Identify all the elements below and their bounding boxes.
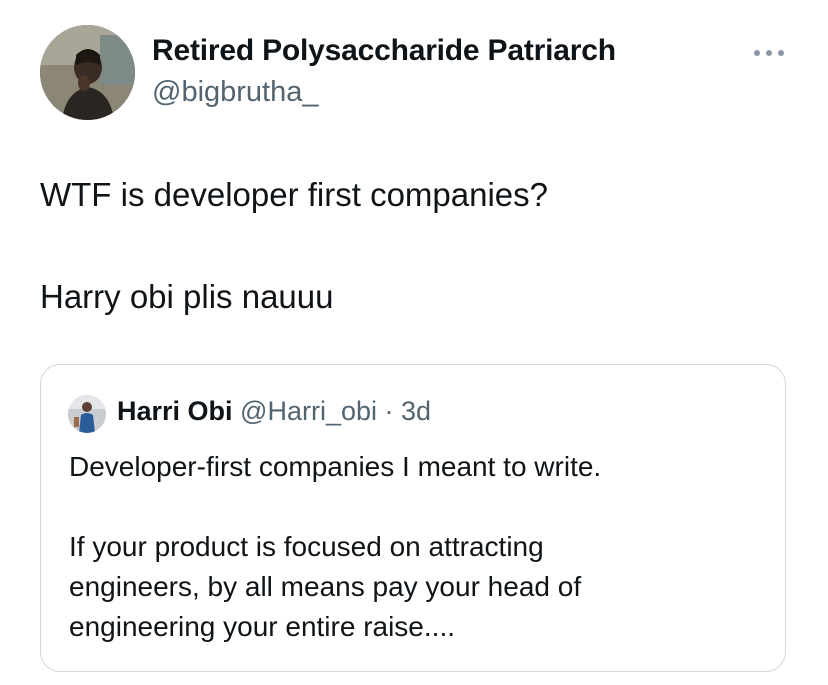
quoted-tweet-text-line: engineering your entire raise.... [69,611,455,642]
quoted-tweet-text-line: Developer-first companies I meant to wri… [69,451,602,482]
separator-dot: · [377,396,401,426]
author-handle[interactable]: @bigbrutha_ [152,76,319,109]
quoted-author-avatar[interactable] [68,395,106,433]
quoted-tweet-text-line: engineers, by all means pay your head of [69,571,582,602]
quoted-avatar-photo [68,395,106,433]
avatar-photo [40,25,135,120]
quoted-tweet-card[interactable]: Harri Obi @Harri_obi · 3d Developer-firs… [40,364,786,672]
more-horizontal-icon[interactable] [752,46,786,58]
separator-text: · [384,396,394,426]
quoted-author-handle[interactable]: @Harri_obi [240,396,377,426]
quoted-tweet-text-line: If your product is focused on attracting [69,531,544,562]
quoted-tweet-header: Harri Obi @Harri_obi · 3d [117,396,431,427]
author-display-name[interactable]: Retired Polysaccharide Patriarch [152,34,616,68]
quoted-tweet-age[interactable]: 3d [401,396,431,426]
quoted-author-name[interactable]: Harri Obi [117,396,233,426]
tweet-text-line: Harry obi plis nauuu [40,278,334,315]
author-avatar[interactable] [40,25,135,120]
tweet-text-line: WTF is developer first companies? [40,176,549,213]
